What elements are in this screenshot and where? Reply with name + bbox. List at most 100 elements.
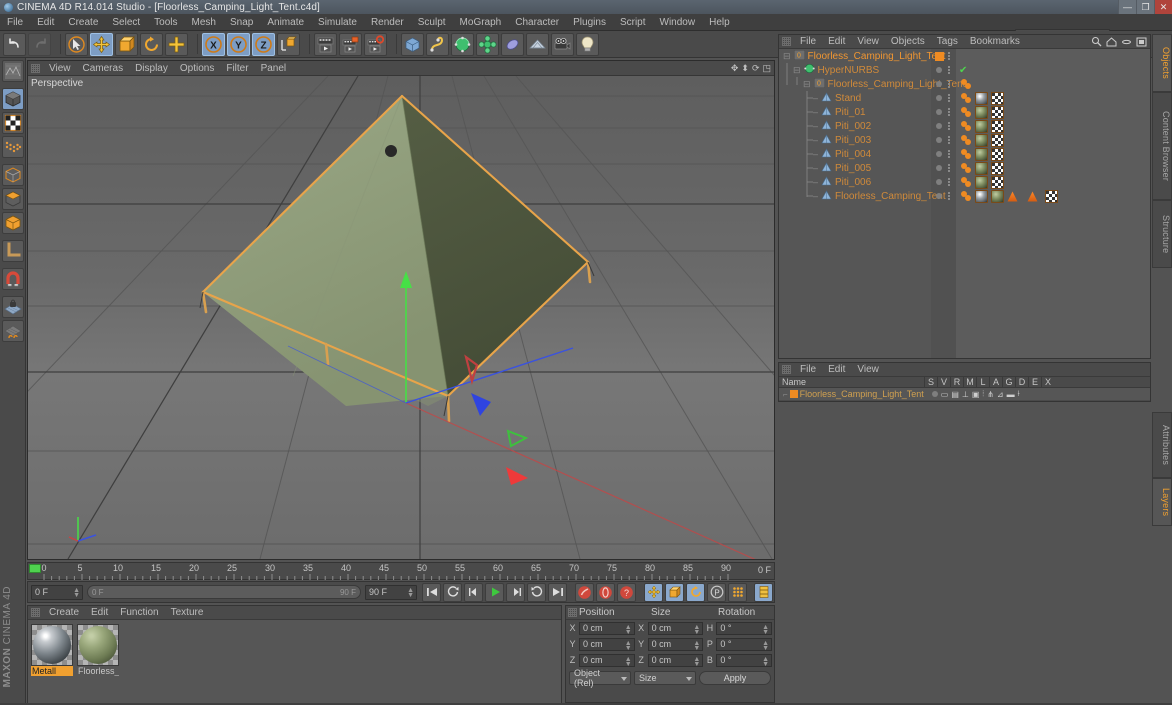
object-menu-view[interactable]: View	[851, 36, 885, 47]
spline-pen-button[interactable]	[426, 32, 449, 56]
layer-deformer-icon[interactable]: ⊿	[997, 390, 1004, 399]
tool-edges-mode[interactable]	[1, 164, 24, 186]
tab-layers[interactable]: Layers	[1152, 478, 1172, 526]
search-icon-obj[interactable]	[1091, 36, 1102, 50]
close-button[interactable]: ✕	[1154, 0, 1172, 14]
light-button[interactable]	[576, 32, 599, 56]
environment-button[interactable]	[526, 32, 549, 56]
coord-size-dropdown[interactable]: Size	[634, 671, 696, 685]
layer-manager-icon[interactable]: ⊥	[962, 390, 969, 399]
render-view-button[interactable]	[314, 32, 337, 56]
tool-points-mode[interactable]	[1, 136, 24, 158]
layer-anim-icon[interactable]: ⦙	[982, 389, 984, 399]
visibility-dots-tent-mesh[interactable]	[948, 192, 950, 200]
tab-attributes[interactable]: Attributes	[1152, 412, 1172, 478]
tag-link-group[interactable]	[961, 78, 973, 90]
spinner-icon[interactable]: ▲ ▼	[73, 587, 80, 599]
position-key-button[interactable]	[644, 582, 663, 602]
world-object-coords-button[interactable]	[277, 32, 300, 56]
render-region-button[interactable]	[339, 32, 362, 56]
current-frame-input[interactable]: 0 F ▲ ▼	[31, 584, 83, 600]
visibility-dot-piti01[interactable]	[936, 109, 942, 115]
tag-material-green-piti004[interactable]	[975, 147, 988, 161]
primitive-cube-button[interactable]	[401, 32, 424, 56]
visibility-dots-piti004[interactable]	[948, 150, 950, 158]
viewport-menu-display[interactable]: Display	[129, 63, 174, 74]
nurbs-button[interactable]	[451, 32, 474, 56]
visibility-dots-tent-group[interactable]	[948, 80, 950, 88]
layer-color-swatch[interactable]	[789, 390, 798, 398]
rotation-key-button[interactable]	[686, 582, 705, 602]
expand-toggle-tent-group[interactable]: ⊟	[803, 79, 811, 90]
coord-rot-input-h[interactable]: 0 ° ▲ ▼	[716, 621, 773, 636]
object-row-piti006[interactable]: – Piti_006	[779, 175, 1150, 189]
layer-xpresso-icon[interactable]: ⟊	[1018, 389, 1020, 399]
visibility-dot-tent-mesh[interactable]	[936, 193, 942, 199]
render-settings-button[interactable]	[364, 32, 387, 56]
object-tree[interactable]: ⊟ 0 Floorless_Camping_Light_Tent ⊟ Hyper…	[779, 49, 1150, 358]
tag-uv-tent-mesh[interactable]	[1045, 189, 1058, 203]
tag-material-metal-stand[interactable]	[975, 91, 988, 105]
tag-uv-piti003[interactable]	[991, 133, 1004, 147]
step-back-button[interactable]	[464, 582, 483, 602]
menu-snap[interactable]: Snap	[223, 14, 260, 31]
rotate-tool-button[interactable]	[140, 32, 163, 56]
panel-grip-icon-mat[interactable]	[31, 608, 40, 617]
play-button[interactable]	[485, 582, 504, 602]
menu-select[interactable]: Select	[105, 14, 147, 31]
tag-material-green-piti01[interactable]	[975, 105, 988, 119]
material-menu-create[interactable]: Create	[43, 607, 85, 618]
material-menu-texture[interactable]: Texture	[165, 607, 210, 618]
tag-selection-1-tent-mesh[interactable]	[1007, 191, 1018, 202]
visibility-dots-piti01[interactable]	[948, 108, 950, 116]
tag-link-piti004[interactable]	[961, 148, 973, 160]
object-menu-file[interactable]: File	[794, 36, 822, 47]
visibility-dot-root[interactable]	[935, 51, 944, 61]
menu-window[interactable]: Window	[653, 14, 703, 31]
expand-toggle-root[interactable]: ⊟	[783, 51, 791, 62]
tag-link-piti006[interactable]	[961, 176, 973, 188]
tool-snap-magnet[interactable]	[1, 268, 24, 290]
viewport-canvas[interactable]: Perspective	[28, 76, 774, 559]
deformer-button[interactable]	[501, 32, 524, 56]
loop-button[interactable]	[527, 582, 546, 602]
tool-polygons-mode[interactable]	[1, 188, 24, 210]
step-forward-button[interactable]	[506, 582, 525, 602]
coord-apply-button[interactable]: Apply	[699, 671, 771, 685]
menu-script[interactable]: Script	[613, 14, 653, 31]
undo-button[interactable]	[3, 32, 26, 56]
visibility-dots-piti005[interactable]	[948, 164, 950, 172]
tool-make-editable[interactable]	[1, 60, 24, 82]
visibility-dot-stand[interactable]	[936, 95, 942, 101]
tag-link-piti005[interactable]	[961, 162, 973, 174]
tag-uv-piti002[interactable]	[991, 119, 1004, 133]
tool-model-mode[interactable]	[1, 88, 24, 110]
object-row-piti004[interactable]: – Piti_004	[779, 147, 1150, 161]
coord-size-input-z[interactable]: 0 cm ▲ ▼	[647, 653, 704, 668]
material-item-metall[interactable]: Metall	[31, 624, 73, 676]
layer-expression-icon[interactable]: ▬	[1007, 390, 1015, 399]
menu-plugins[interactable]: Plugins	[566, 14, 613, 31]
tag-material-green-piti006[interactable]	[975, 175, 988, 189]
panel-grip-icon-coord[interactable]	[568, 608, 577, 617]
layer-render-icon[interactable]: ▤	[951, 390, 959, 399]
play-backward-button[interactable]	[443, 582, 462, 602]
visibility-dot-piti003[interactable]	[936, 137, 942, 143]
timeline-ruler[interactable]: 0 5 10 15 20 25 30 35 40 45 50 55 60 65 …	[27, 562, 775, 580]
tag-uv-piti004[interactable]	[991, 147, 1004, 161]
tag-link-piti002[interactable]	[961, 120, 973, 132]
coord-pos-input-z[interactable]: 0 cm ▲ ▼	[579, 653, 635, 668]
layer-lock-icon[interactable]: ▣	[972, 390, 980, 399]
tag-selection-2-tent-mesh[interactable]	[1027, 191, 1038, 202]
tab-structure[interactable]: Structure	[1152, 200, 1172, 268]
maximize-icon[interactable]: ◳	[762, 63, 771, 74]
tag-material-green-tent-mesh[interactable]	[991, 189, 1004, 203]
object-row-piti002[interactable]: – Piti_002	[779, 119, 1150, 133]
y-axis-lock-button[interactable]: Y	[227, 32, 250, 56]
tag-uv-piti01[interactable]	[991, 105, 1004, 119]
tag-uv-stand[interactable]	[991, 91, 1004, 105]
tool-lock-grid[interactable]	[1, 296, 24, 318]
menu-mograph[interactable]: MoGraph	[453, 14, 509, 31]
layer-menu-file[interactable]: File	[794, 364, 822, 375]
tag-uv-piti006[interactable]	[991, 175, 1004, 189]
